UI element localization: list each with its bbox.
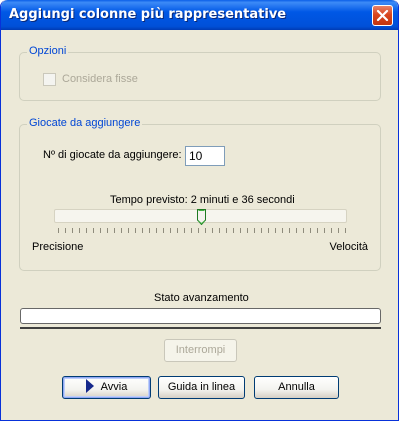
consider-fixed-label: Considera fisse — [62, 73, 138, 85]
plays-count-field[interactable]: 10 — [185, 146, 225, 166]
plays-group: Giocate da aggiungere Nº di giocate da a… — [19, 117, 381, 271]
play-icon — [85, 379, 94, 394]
dialog-body: Opzioni Considera fisse Giocate da aggiu… — [4, 30, 395, 417]
options-group-title: Opzioni — [27, 45, 69, 57]
speed-precision-slider[interactable] — [54, 209, 347, 225]
estimated-time-label: Tempo previsto: 2 minuti e 36 secondi — [110, 194, 295, 206]
slider-thumb[interactable] — [197, 209, 206, 225]
start-button[interactable]: Avvia — [62, 376, 151, 399]
slider-ticks — [58, 228, 347, 233]
slider-max-label: Velocità — [329, 241, 368, 253]
close-button[interactable] — [372, 5, 393, 26]
window-title: Aggiungi colonne più rappresentative — [9, 7, 287, 22]
close-icon — [376, 9, 389, 22]
start-button-label: Avvia — [100, 381, 128, 393]
dialog-window: Aggiungi colonne più rappresentative Opz… — [0, 0, 399, 421]
slider-min-label: Precisione — [32, 241, 84, 253]
interrupt-button[interactable]: Interrompi — [164, 339, 237, 362]
plays-group-title: Giocate da aggiungere — [27, 117, 143, 129]
help-button[interactable]: Guida in linea — [158, 376, 245, 399]
options-group: Opzioni Considera fisse — [19, 45, 381, 101]
title-bar[interactable]: Aggiungi colonne più rappresentative — [1, 0, 398, 30]
cancel-button[interactable]: Annulla — [254, 376, 339, 399]
plays-count-label: Nº di giocate da aggiungere: — [43, 149, 182, 161]
consider-fixed-checkbox[interactable] — [43, 73, 56, 86]
separator-line — [20, 327, 381, 329]
progress-bar — [20, 308, 381, 324]
progress-label: Stato avanzamento — [154, 292, 249, 304]
